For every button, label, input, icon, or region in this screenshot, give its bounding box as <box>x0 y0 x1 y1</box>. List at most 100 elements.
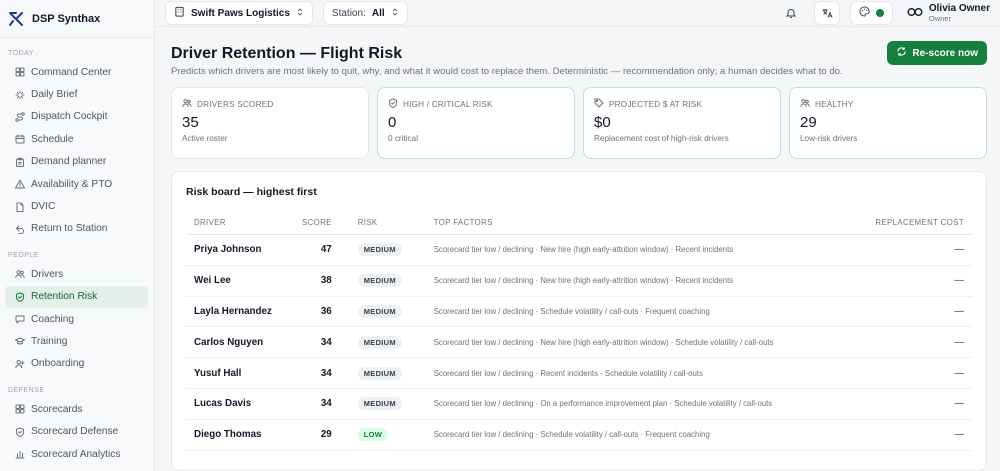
top-factors: Scorecard tier low / declining · New hir… <box>425 326 862 359</box>
table-row[interactable]: Yusuf Hall 34 MEDIUM Scorecard tier low / d… <box>186 357 972 389</box>
top-factors: Scorecard tier low / declining · Schedul… <box>425 296 862 328</box>
brand[interactable]: DSP Synthax <box>0 0 154 38</box>
kpi-sub: Replacement cost of high-risk drivers <box>594 134 729 143</box>
kpi-value: 35 <box>182 114 199 131</box>
sidebar-item-scorecards[interactable]: Scorecards <box>5 398 148 420</box>
sidebar-item-demand-planner[interactable]: Demand planner <box>5 151 148 173</box>
col-score[interactable]: SCORE <box>294 218 350 235</box>
risk-score: 38 <box>294 265 350 297</box>
clipboard-icon <box>15 157 25 167</box>
table-row[interactable]: Carlos Nguyen 34 MEDIUM Scorecard tier low … <box>186 326 972 359</box>
translate-icon[interactable] <box>813 1 840 25</box>
sidebar-item-coaching[interactable]: Coaching <box>5 308 148 330</box>
table-row[interactable]: Wei Lee 38 MEDIUM Scorecard tier low / decl… <box>186 265 972 297</box>
sidebar-item-dispatch-cockpit[interactable]: Dispatch Cockpit <box>5 106 148 128</box>
col-risk[interactable]: RISK <box>349 218 426 235</box>
sparkle-icon <box>15 90 25 100</box>
refresh-icon <box>896 46 907 60</box>
sidebar-item-training[interactable]: Training <box>5 330 148 352</box>
sidebar-item-command-center[interactable]: Command Center <box>5 61 148 83</box>
kpi-sub: Active roster <box>182 134 228 143</box>
sidebar-item-daily-brief[interactable]: Daily Brief <box>5 83 148 105</box>
chart-icon <box>15 449 25 459</box>
risk-score: 34 <box>294 357 350 389</box>
kpi-card: HEALTHY 29 Low-risk drivers <box>789 87 987 159</box>
col-factors: TOP FACTORS <box>425 218 862 235</box>
risk-cell: MEDIUM <box>349 234 426 266</box>
driver-name[interactable]: Wei Lee <box>186 265 294 297</box>
chevron-updown-icon <box>391 7 399 20</box>
sidebar-item-onboarding[interactable]: Onboarding <box>5 353 148 375</box>
driver-name[interactable]: Diego Thomas <box>186 419 294 451</box>
sidebar-item-scorecard-defense[interactable]: Scorecard Defense <box>5 420 148 442</box>
risk-board-title: Risk board — highest first <box>186 186 317 198</box>
brand-name: DSP Synthax <box>32 12 101 25</box>
kpi-cards: DRIVERS SCORED 35 Active roster HIGH / CRIT… <box>171 87 987 159</box>
page-header: Driver Retention — Flight Risk Predicts … <box>171 35 987 77</box>
table-row[interactable]: Priya Johnson 47 MEDIUM Scorecard tier low … <box>186 234 972 266</box>
risk-badge: MEDIUM <box>357 397 402 411</box>
risk-score: 34 <box>294 326 350 359</box>
sidebar-item-label: Scorecards <box>31 403 83 415</box>
driver-name[interactable]: Yusuf Hall <box>186 357 294 389</box>
sidebar-item-schedule[interactable]: Schedule <box>5 128 148 150</box>
topbar: Swift Paws Logistics Station: All Olivia… <box>155 0 1000 27</box>
table-row[interactable]: Lucas Davis 34 MEDIUM Scorecard tier low / … <box>186 388 972 420</box>
shield-icon <box>15 292 25 302</box>
palette-icon <box>859 6 870 20</box>
risk-badge: MEDIUM <box>357 366 402 380</box>
driver-name[interactable]: Priya Johnson <box>186 234 294 266</box>
driver-name[interactable]: Layla Hernandez <box>186 296 294 328</box>
user-menu[interactable]: Olivia Owner Owner <box>907 3 990 23</box>
org-name: Swift Paws Logistics <box>191 7 290 19</box>
risk-cell: MEDIUM <box>349 326 426 359</box>
user-role: Owner <box>928 14 951 23</box>
sidebar-item-drivers[interactable]: Drivers <box>5 263 148 285</box>
warning-icon <box>15 179 25 189</box>
app-root: DSP Synthax TODAY Command Center Daily Bri… <box>0 0 1000 471</box>
theme-switcher[interactable] <box>849 1 893 25</box>
user-plus-icon <box>15 359 25 369</box>
sidebar-item-retention-risk[interactable]: Retention Risk <box>5 285 148 308</box>
replacement-cost: — <box>862 296 972 328</box>
top-factors: Scorecard tier low / declining · On a pe… <box>425 388 862 420</box>
sidebar-item-label: Training <box>31 335 68 347</box>
risk-badge: MEDIUM <box>357 274 402 288</box>
sidebar-item-scorecard-analytics[interactable]: Scorecard Analytics <box>5 443 148 465</box>
kpi-sub: Low-risk drivers <box>800 134 858 143</box>
avatar-icon <box>907 7 923 20</box>
sidebar-item-label: Drivers <box>31 268 64 280</box>
return-icon <box>15 224 25 234</box>
risk-cell: MEDIUM <box>349 265 426 297</box>
top-factors: Scorecard tier low / declining · Schedul… <box>425 419 862 451</box>
kpi-card: DRIVERS SCORED 35 Active roster <box>171 87 369 159</box>
kpi-label: PROJECTED $ AT RISK <box>609 99 703 109</box>
kpi-value: 0 <box>388 114 397 131</box>
driver-name[interactable]: Carlos Nguyen <box>186 326 294 359</box>
risk-score: 34 <box>294 388 350 420</box>
theme-color-dot <box>875 9 884 17</box>
col-cost[interactable]: REPLACEMENT COST <box>862 218 972 235</box>
sidebar-item-label: DVIC <box>31 201 56 213</box>
col-driver[interactable]: DRIVER <box>186 218 294 235</box>
replacement-cost: — <box>862 326 972 359</box>
kpi-value: 29 <box>800 114 817 131</box>
chevron-updown-icon <box>296 7 304 20</box>
risk-badge: MEDIUM <box>357 304 402 318</box>
chat-icon <box>15 314 25 324</box>
sidebar-item-availability-pto[interactable]: Availability & PTO <box>5 173 148 195</box>
page-content: Driver Retention — Flight Risk Predicts … <box>155 27 1000 471</box>
sidebar-item-label: Schedule <box>31 133 74 145</box>
kpi-card-label-row: HIGH / CRITICAL RISK <box>388 98 564 110</box>
org-switcher[interactable]: Swift Paws Logistics <box>165 1 313 25</box>
sidebar-item-dvic[interactable]: DVIC <box>5 195 148 217</box>
sidebar-item-return-to-station[interactable]: Return to Station <box>5 218 148 240</box>
rescore-button[interactable]: Re-score now <box>887 41 987 65</box>
table-row[interactable]: Diego Thomas 29 LOW Scorecard tier low / de… <box>186 419 972 451</box>
bell-icon[interactable] <box>778 1 804 25</box>
user-info: Olivia Owner Owner <box>929 3 990 23</box>
driver-name[interactable]: Lucas Davis <box>186 388 294 420</box>
kpi-card: PROJECTED $ AT RISK $0 Replacement cost of… <box>583 87 781 159</box>
station-selector[interactable]: Station: All <box>322 1 408 25</box>
table-row[interactable]: Layla Hernandez 36 MEDIUM Scorecard tier lo… <box>186 296 972 328</box>
